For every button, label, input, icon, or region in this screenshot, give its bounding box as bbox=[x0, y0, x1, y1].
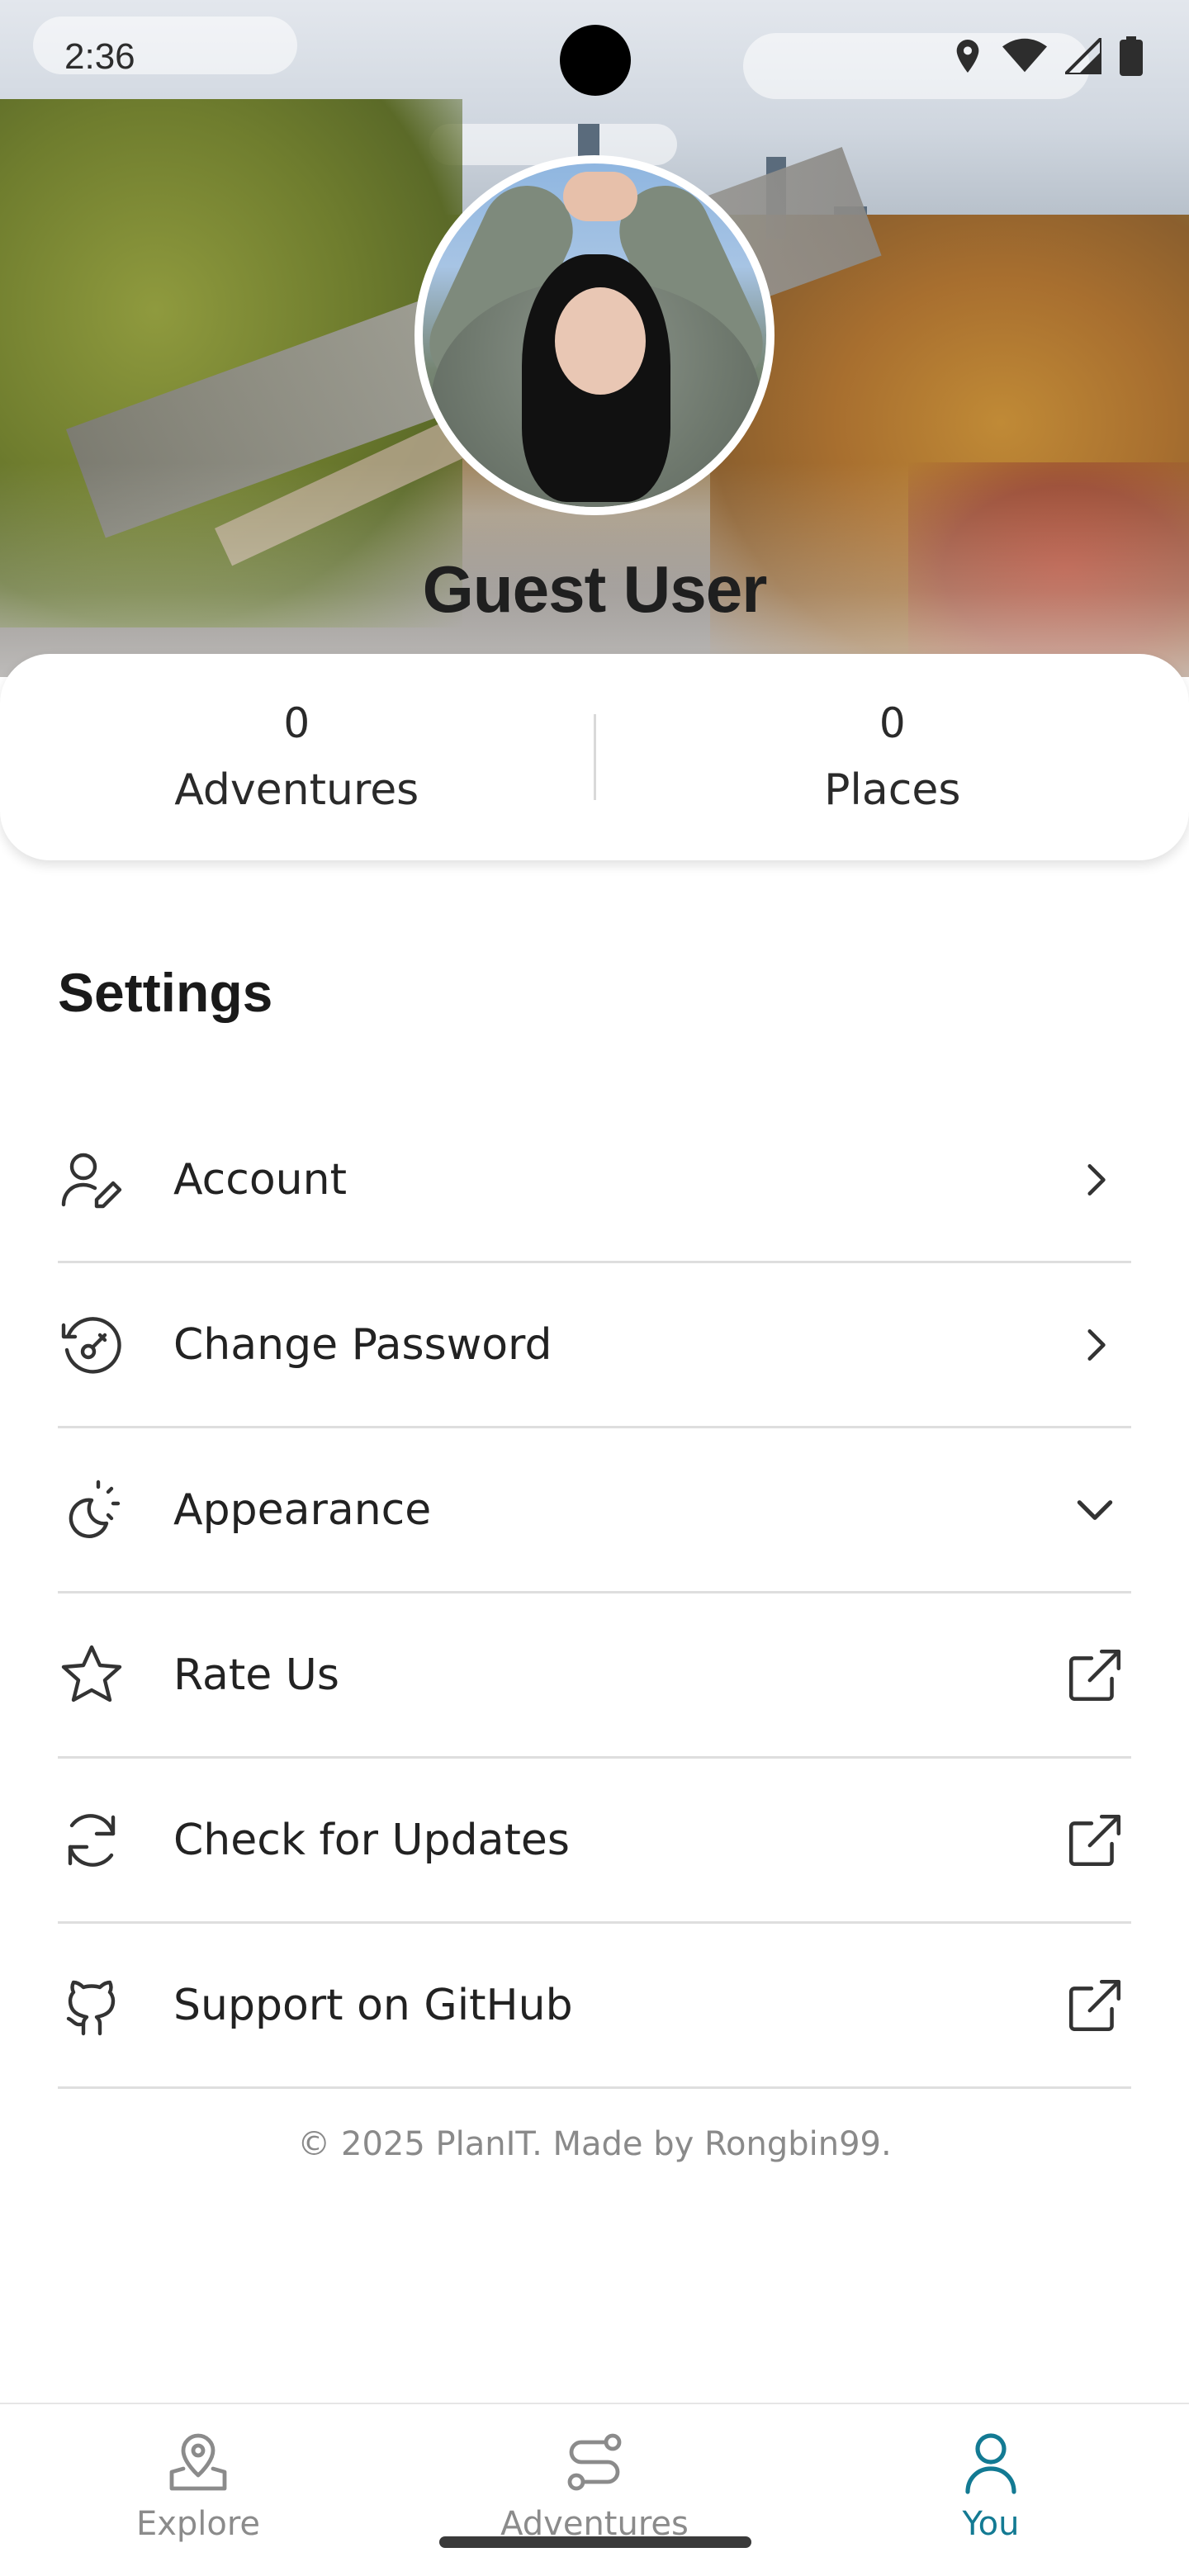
bottom-nav: Explore Adventures You bbox=[0, 2403, 1189, 2576]
chevron-right-icon bbox=[1062, 1312, 1128, 1378]
map-pin-icon bbox=[165, 2429, 231, 2498]
status-time: 2:36 bbox=[64, 36, 135, 77]
external-link-icon bbox=[1062, 1642, 1128, 1708]
profile-photo bbox=[423, 163, 766, 507]
settings-item-label: Account bbox=[173, 1154, 347, 1205]
signal-icon bbox=[1065, 38, 1101, 74]
cloud bbox=[429, 124, 677, 165]
settings-item-label: Change Password bbox=[173, 1319, 552, 1370]
nav-item-explore[interactable]: Explore bbox=[0, 2404, 396, 2576]
github-icon bbox=[58, 1972, 126, 2039]
settings-item-label: Support on GitHub bbox=[173, 1980, 573, 2030]
settings-title: Settings bbox=[58, 962, 273, 1023]
wifi-icon bbox=[1002, 38, 1047, 74]
route-icon bbox=[561, 2429, 628, 2498]
nav-item-you[interactable]: You bbox=[793, 2404, 1189, 2576]
refresh-icon bbox=[58, 1807, 126, 1874]
nav-item-adventures[interactable]: Adventures bbox=[396, 2404, 793, 2576]
avatar[interactable] bbox=[414, 155, 775, 515]
camera-cutout bbox=[560, 25, 631, 96]
person-icon bbox=[958, 2429, 1024, 2498]
nav-label: Explore bbox=[135, 2505, 261, 2543]
stat-label: Places bbox=[824, 765, 961, 815]
status-bar: 2:36 bbox=[0, 0, 1189, 122]
theme-icon bbox=[58, 1476, 126, 1544]
settings-item-github[interactable]: Support on GitHub bbox=[58, 1924, 1131, 2089]
user-name: Guest User bbox=[422, 552, 768, 626]
photo-detail bbox=[555, 287, 646, 395]
photo-detail bbox=[563, 172, 637, 221]
user-edit-icon bbox=[58, 1146, 126, 1214]
home-indicator[interactable] bbox=[439, 2536, 751, 2548]
stat-value: 0 bbox=[283, 699, 310, 747]
settings-item-account[interactable]: Account bbox=[58, 1098, 1131, 1263]
status-icons bbox=[951, 36, 1143, 76]
location-icon bbox=[951, 36, 984, 76]
password-reset-icon bbox=[58, 1311, 126, 1379]
settings-list: Account Change Password Appearance Rate … bbox=[58, 1098, 1131, 2089]
settings-item-check-updates[interactable]: Check for Updates bbox=[58, 1759, 1131, 1924]
nav-label: You bbox=[962, 2505, 1020, 2543]
settings-item-change-password[interactable]: Change Password bbox=[58, 1263, 1131, 1428]
star-icon bbox=[58, 1641, 126, 1709]
stat-value: 0 bbox=[879, 699, 906, 747]
copyright-text: © 2025 PlanIT. Made by Rongbin99. bbox=[297, 2125, 892, 2163]
battery-icon bbox=[1120, 36, 1143, 76]
stats-card: 0 Adventures 0 Places bbox=[0, 654, 1189, 860]
settings-item-rate-us[interactable]: Rate Us bbox=[58, 1593, 1131, 1759]
chevron-right-icon bbox=[1062, 1147, 1128, 1213]
settings-item-label: Check for Updates bbox=[173, 1815, 570, 1865]
stat-label: Adventures bbox=[174, 765, 419, 815]
stat-adventures[interactable]: 0 Adventures bbox=[0, 703, 594, 812]
settings-item-label: Appearance bbox=[173, 1485, 432, 1535]
settings-item-label: Rate Us bbox=[173, 1650, 339, 1700]
profile-screen: 2:36 Guest User 0 Adventures 0 Places Se… bbox=[0, 0, 1189, 2576]
external-link-icon bbox=[1062, 1807, 1128, 1873]
settings-item-appearance[interactable]: Appearance bbox=[58, 1428, 1131, 1593]
stat-places[interactable]: 0 Places bbox=[596, 703, 1189, 812]
external-link-icon bbox=[1062, 1972, 1128, 2039]
chevron-down-icon bbox=[1062, 1477, 1128, 1543]
